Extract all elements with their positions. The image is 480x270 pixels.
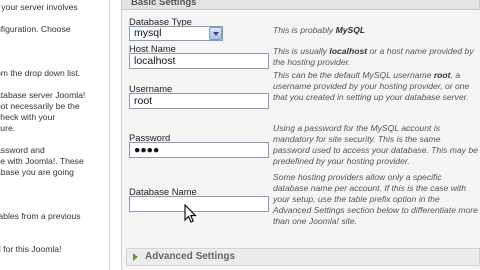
left-help-line: atabase server Joomla!: [0, 90, 86, 100]
password-input[interactable]: ●●●●: [129, 142, 269, 158]
left-help-line: check with your: [0, 112, 56, 122]
left-help-line: abase you are going: [0, 167, 74, 177]
left-help-line: om the drop down list.: [0, 68, 81, 78]
advanced-settings-label[interactable]: Advanced Settings: [145, 251, 235, 262]
left-help-line: tables from a previous: [0, 211, 81, 221]
mouse-cursor-icon: [184, 204, 197, 223]
username-help: This can be the default MySQL username r…: [273, 70, 470, 102]
left-help-line: nfiguration. Choose: [0, 24, 71, 34]
section-title: Basic Settings: [131, 0, 197, 8]
host-help: This is usually localhost or a host name…: [273, 46, 474, 67]
chevron-down-icon[interactable]: [209, 27, 222, 40]
expand-arrow-icon[interactable]: [133, 253, 138, 261]
username-input[interactable]: root: [129, 93, 269, 109]
left-help-line: se with Joomla!. These: [0, 156, 84, 166]
left-help-line: not necessarily be the: [0, 101, 80, 111]
db-name-input[interactable]: [129, 196, 269, 212]
left-help-line: assword and: [0, 145, 45, 155]
db-type-help: This is probably MySQL: [273, 25, 366, 35]
host-input[interactable]: localhost: [129, 53, 269, 69]
left-help-line: sure.: [0, 123, 16, 133]
left-help-line: r your server involves: [0, 2, 78, 12]
left-help-panel: r your server involves nfiguration. Choos…: [0, 0, 110, 270]
db-name-help: Some hosting providers allow only a spec…: [273, 172, 478, 226]
db-type-value: mysql: [134, 27, 162, 39]
password-help: Using a password for the MySQL account i…: [273, 123, 478, 166]
left-help-line: d for this Joomla!: [0, 244, 62, 254]
